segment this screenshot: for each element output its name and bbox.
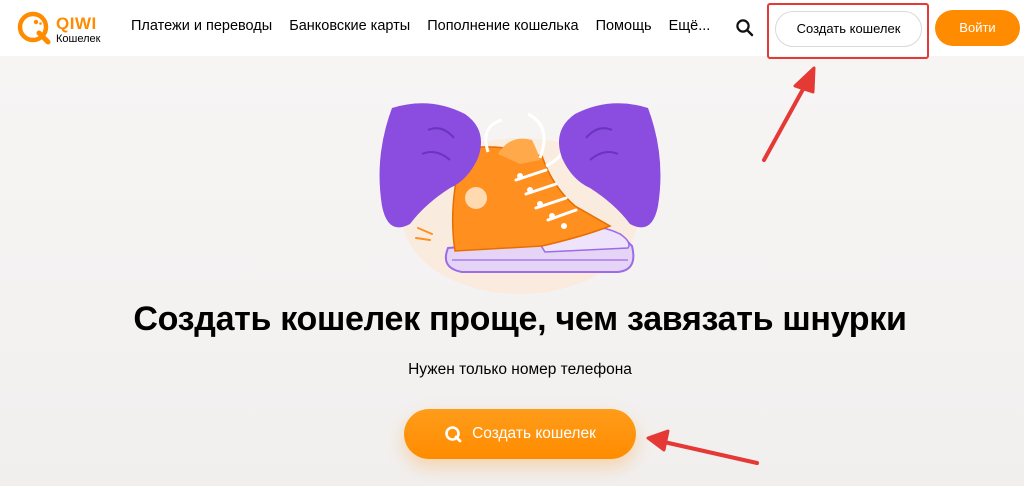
nav-item-help[interactable]: Помощь xyxy=(596,18,652,34)
qiwi-logo-icon xyxy=(17,11,51,45)
main-nav: Платежи и переводы Банковские карты Попо… xyxy=(131,18,727,34)
sneaker-illustration xyxy=(379,103,661,294)
logo-subtitle: Кошелек xyxy=(56,33,101,45)
login-button[interactable]: Войти xyxy=(935,10,1020,46)
page-headline: Создать кошелек проще, чем завязать шнур… xyxy=(133,300,907,338)
nav-item-bank-cards[interactable]: Банковские карты xyxy=(289,18,410,34)
search-icon[interactable] xyxy=(735,18,755,38)
logo-brand-text: QIWI xyxy=(56,14,97,33)
nav-item-top-up[interactable]: Пополнение кошелька xyxy=(427,18,578,34)
nav-item-payments[interactable]: Платежи и переводы xyxy=(131,18,272,34)
qiwi-logo[interactable]: QIWI Кошелек xyxy=(17,11,107,49)
create-wallet-main-label: Создать кошелек xyxy=(472,425,596,442)
annotation-highlight-box xyxy=(767,3,929,59)
qiwi-q-icon xyxy=(445,426,462,443)
page-subheadline: Нужен только номер телефона xyxy=(408,361,632,378)
create-wallet-main-button[interactable]: Создать кошелек xyxy=(404,409,636,459)
nav-item-more[interactable]: Ещё... xyxy=(669,18,711,34)
